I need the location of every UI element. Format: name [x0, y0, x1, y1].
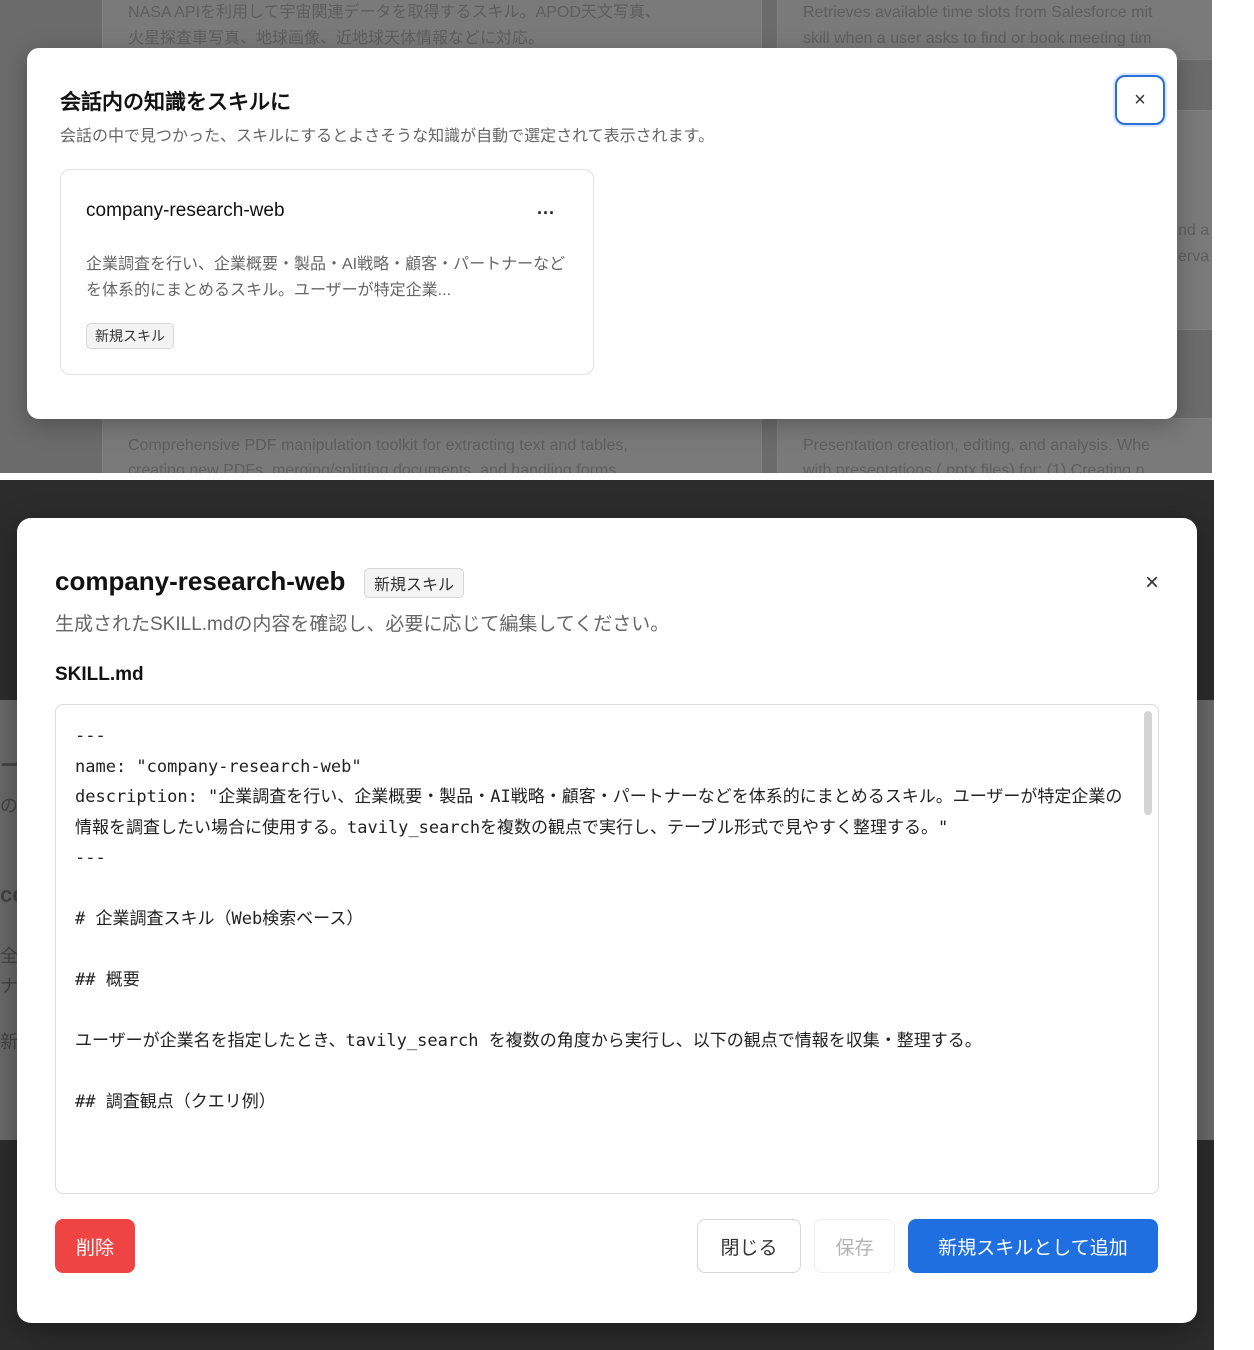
- background-text-fragment: 全: [0, 946, 18, 966]
- close-icon: ×: [1144, 569, 1159, 596]
- background-card-text: NASA APIを利用して宇宙関連データを取得するスキル。APOD天文写真、: [128, 4, 661, 21]
- close-icon: ×: [1134, 88, 1146, 111]
- background-card-text: Retrieves available time slots from Sale…: [803, 4, 1153, 21]
- new-skill-badge: 新規スキル: [364, 568, 465, 598]
- editor-line: ## 調査観点（クエリ例）: [75, 1092, 276, 1112]
- suggested-skill-card[interactable]: company-research-web ... 企業調査を行い、企業概要・製品…: [60, 169, 594, 375]
- background-text-fragment: の: [0, 796, 18, 816]
- skill-description: 企業調査を行い、企業概要・製品・AI戦略・顧客・パートナーなどを体系的にまとめる…: [86, 256, 566, 299]
- editor-line: # 企業調査スキル（Web検索ベース）: [75, 909, 364, 929]
- close-button[interactable]: ×: [1115, 75, 1165, 125]
- editor-line: description: "企業調査を行い、企業概要・製品・AI戦略・顧客・パー…: [75, 787, 1123, 838]
- editor-content[interactable]: --- name: "company-research-web" descrip…: [75, 721, 1125, 1118]
- background-card-text: creating new PDFs, merging/splitting doc…: [128, 462, 617, 473]
- editor-line: ---: [75, 726, 106, 746]
- background-card-text: with presentations (.pptx files) for: (1…: [803, 462, 1145, 473]
- background-card-text: nd a: [1178, 222, 1210, 239]
- background-text-fragment: ナ: [0, 976, 18, 996]
- skill-md-editor[interactable]: --- name: "company-research-web" descrip…: [55, 704, 1159, 1194]
- knowledge-to-skill-dialog: 会話内の知識をスキルに 会話の中で見つかった、スキルにするとよさそうな知識が自動…: [27, 48, 1177, 419]
- editor-line: ## 概要: [75, 970, 140, 990]
- editor-scrollbar[interactable]: [1144, 711, 1152, 815]
- background-text-fragment: 新: [0, 1032, 18, 1052]
- skill-name: company-research-web: [86, 200, 285, 221]
- dialog-subtitle: 会話の中で見つかった、スキルにするとよさそうな知識が自動で選定されて表示されます…: [60, 128, 715, 145]
- new-skill-badge: 新規スキル: [86, 323, 174, 349]
- dialog-title: 会話内の知識をスキルに: [60, 91, 291, 114]
- save-button[interactable]: 保存: [814, 1219, 895, 1273]
- close-text-button[interactable]: 閉じる: [697, 1219, 801, 1273]
- editor-line: name: "company-research-web": [75, 756, 362, 777]
- background-card-text: Presentation creation, editing, and anal…: [803, 437, 1150, 454]
- delete-button[interactable]: 削除: [55, 1219, 135, 1273]
- bottom-screenshot: ー の co 全 ナ 新 company-research-web 新規スキル …: [0, 480, 1214, 1350]
- background-card-text: erva: [1178, 248, 1210, 265]
- add-as-new-skill-button[interactable]: 新規スキルとして追加: [908, 1219, 1158, 1273]
- top-screenshot: NASA APIを利用して宇宙関連データを取得するスキル。APOD天文写真、 火…: [0, 0, 1212, 473]
- editor-line: ユーザーが企業名を指定したとき、tavily_search を複数の角度から実行…: [75, 1031, 982, 1051]
- dialog-title: company-research-web: [55, 566, 346, 596]
- background-card-text: Comprehensive PDF manipulation toolkit f…: [128, 437, 628, 454]
- dialog-subtitle: 生成されたSKILL.mdの内容を確認し、必要に応じて編集してください。: [55, 614, 670, 635]
- close-button[interactable]: ×: [1135, 566, 1169, 600]
- more-options-button[interactable]: ...: [537, 198, 555, 219]
- editor-line: ---: [75, 848, 106, 868]
- editor-label: SKILL.md: [55, 664, 144, 685]
- skill-edit-dialog: company-research-web 新規スキル × 生成されたSKILL.…: [17, 518, 1197, 1323]
